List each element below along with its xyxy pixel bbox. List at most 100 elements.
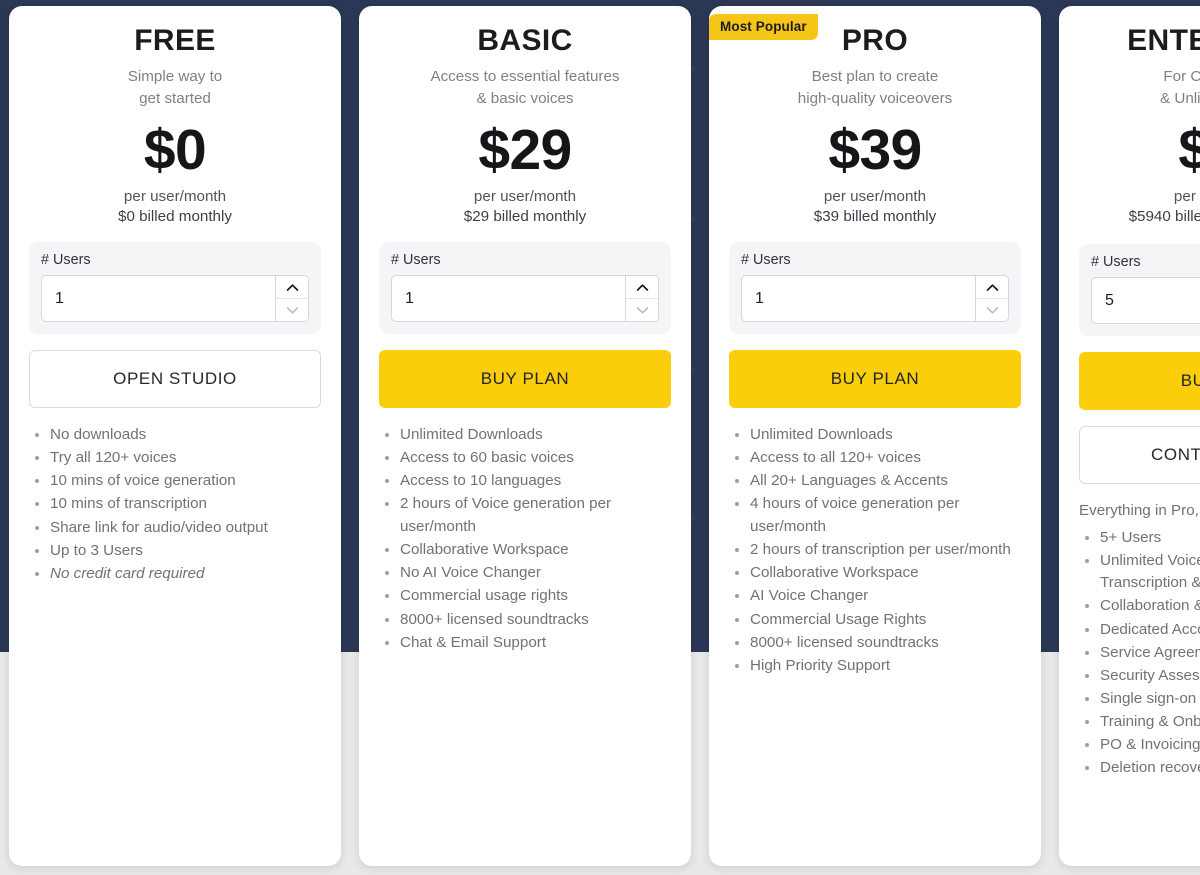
plan-billing-note: $0 billed monthly [29,207,321,228]
feature-item: Commercial Usage Rights [750,609,1021,632]
chevron-down-icon [636,306,649,315]
plan-card-slot-basic: BASIC Access to essential features & basic… [350,6,700,866]
users-stepper[interactable] [1091,277,1200,324]
plan-primary-action-button[interactable]: BUY PLAN [379,350,671,408]
plan-period: per user/month [123,187,227,205]
features-list: No downloadsTry all 120+ voices 10 mins o… [29,424,321,585]
feature-item: 4 hours of voice generation per user/mon… [750,493,1021,538]
feature-item: Unlimited Downloads [400,424,671,447]
users-decrement-button[interactable] [276,299,308,321]
plan-tagline: For Customization & Unlimited Access [1079,66,1200,110]
users-selector: # Users [1079,244,1200,336]
feature-item: Access to all 120+ voices [750,447,1021,470]
plan-card-slot-enterprise: ENTERPRISE For Customization & Unlimited A… [1050,6,1200,866]
plan-tagline-line1: Simple way to [127,67,223,85]
plan-tagline-line1: Best plan to create [811,67,939,85]
users-decrement-button[interactable] [626,299,658,321]
plan-tagline-line2: & basic voices [476,89,574,107]
feature-item: Single sign-on (SSO) [1100,688,1200,711]
chevron-up-icon [636,283,649,292]
plan-primary-action-button[interactable]: BUY PLAN [1079,352,1200,410]
users-decrement-button[interactable] [976,299,1008,321]
plan-tagline-line2: high-quality voiceovers [797,89,953,107]
feature-item: Collaboration & Access Control [1100,595,1200,618]
feature-item: Deletion recovery [1100,757,1200,780]
users-label: # Users [41,252,91,268]
feature-item: AI Voice Changer [750,585,1021,608]
users-stepper[interactable] [741,275,1009,322]
feature-item: No downloads [50,424,321,447]
feature-item: Share link for audio/video output [50,517,321,540]
feature-item: Service Agreement [1100,642,1200,665]
plan-card-slot-pro: Most Popular PRO Best plan to create high-q… [700,6,1050,866]
features-list: 5+ UsersUnlimited Voice generation, Tran… [1079,527,1200,781]
feature-item: Unlimited Downloads [750,424,1021,447]
users-input[interactable] [392,276,625,321]
users-selector: # Users [379,242,671,334]
plan-tagline-line2: get started [139,89,211,107]
feature-item: No AI Voice Changer [400,562,671,585]
plan-price: $39 [828,117,922,182]
users-spinner-buttons [275,276,308,321]
plan-tagline-line2: & Unlimited Access [1160,89,1200,107]
users-increment-button[interactable] [276,276,308,299]
feature-item: 10 mins of transcription [50,493,321,516]
plan-billing-text: $29 billed monthly [463,208,587,226]
feature-item: Access to 60 basic voices [400,447,671,470]
feature-item: All 20+ Languages & Accents [750,470,1021,493]
pricing-plans-container: FREE Simple way to get started $0 per user/m… [0,0,1200,875]
feature-item: Chat & Email Support [400,632,671,655]
feature-item: Commercial usage rights [400,585,671,608]
plan-title: FREE [134,24,216,57]
feature-item: 2 hours of Voice generation per user/mon… [400,493,671,538]
feature-item: 5+ Users [1100,527,1200,550]
feature-item: Dedicated Account Manager [1100,619,1200,642]
feature-item: Collaborative Workspace [400,539,671,562]
users-label: # Users [391,252,441,268]
chevron-up-icon [986,283,999,292]
plan-billing-text: $0 billed monthly [118,208,232,226]
plan-tagline-line1: Access to essential features [430,67,620,85]
most-popular-badge: Most Popular [709,14,818,40]
plan-card-basic: BASIC Access to essential features & basic… [359,6,691,866]
users-input[interactable] [42,276,275,321]
users-input[interactable] [742,276,975,321]
users-stepper[interactable] [41,275,309,322]
plan-billing-text: $39 billed monthly [813,208,937,226]
plan-billing-note: $5940 billed annually only [1079,207,1200,230]
chevron-up-icon [286,283,299,292]
plan-tagline: Simple way to get started [29,66,321,110]
plan-card-slot-free: FREE Simple way to get started $0 per user/m… [0,6,350,866]
plan-billing-note: $29 billed monthly [379,207,671,228]
feature-item: PO & Invoicing [1100,734,1200,757]
plan-billing-note: $39 billed monthly [729,207,1021,228]
chevron-down-icon [986,306,999,315]
users-selector: # Users [729,242,1021,334]
feature-item: High Priority Support [750,655,1021,678]
plan-primary-action-button[interactable]: OPEN STUDIO [29,350,321,408]
plan-period: per user/month [823,187,927,205]
plan-title: ENTERPRISE [1127,24,1200,57]
feature-item: 8000+ licensed soundtracks [750,632,1021,655]
users-selector: # Users [29,242,321,334]
plan-title: BASIC [477,24,573,57]
plan-tagline: Best plan to create high-quality voiceove… [729,66,1021,110]
users-increment-button[interactable] [976,276,1008,299]
users-input[interactable] [1092,278,1200,323]
users-spinner-buttons [625,276,658,321]
plan-secondary-action-button[interactable]: CONTACT SALES [1079,426,1200,484]
features-list: Unlimited DownloadsAccess to 60 basic vo… [379,424,671,654]
feature-item: No credit card required [50,563,321,586]
users-stepper[interactable] [391,275,659,322]
feature-item: Training & Onboarding Support [1100,711,1200,734]
plan-primary-action-button[interactable]: BUY PLAN [729,350,1021,408]
plan-tagline-line1: For Customization [1163,67,1200,85]
plan-price: $0 [143,117,207,182]
features-intro: Everything in Pro, plus: [1079,502,1200,519]
users-increment-button[interactable] [626,276,658,299]
plan-tagline: Access to essential features & basic voic… [379,66,671,110]
feature-item: Try all 120+ voices [50,447,321,470]
plan-card-pro: Most Popular PRO Best plan to create high-q… [709,6,1041,866]
chevron-down-icon [286,306,299,315]
feature-item: Security Assessment [1100,665,1200,688]
